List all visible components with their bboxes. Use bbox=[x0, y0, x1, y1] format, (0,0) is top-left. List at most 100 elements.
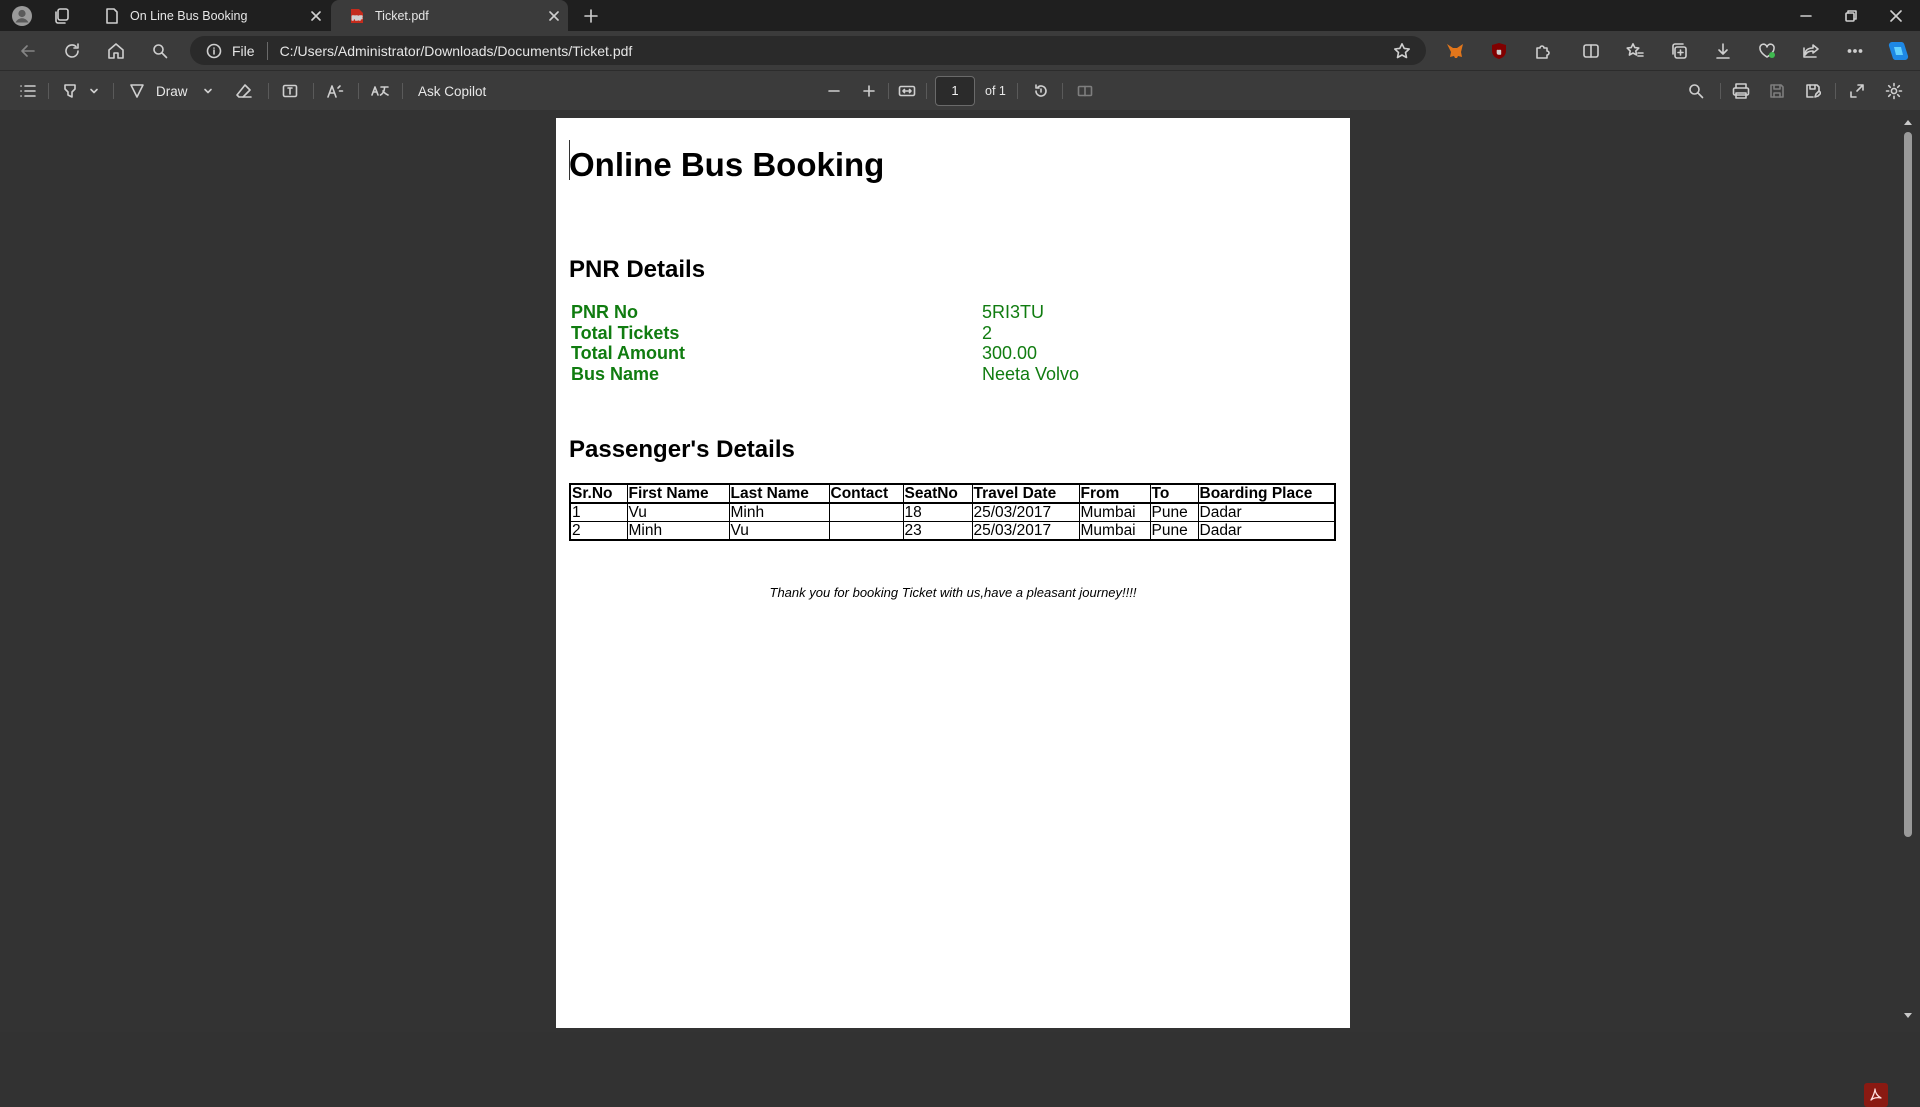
info-icon[interactable] bbox=[204, 41, 224, 61]
pnr-row-bus-name: Bus Name Neeta Volvo bbox=[571, 364, 1331, 385]
profile-avatar-icon[interactable] bbox=[9, 4, 35, 28]
toolbar-divider bbox=[1835, 83, 1836, 99]
col-last-name: Last Name bbox=[728, 483, 830, 504]
toolbar-divider bbox=[926, 83, 927, 99]
thank-you-note: Thank you for booking Ticket with us,hav… bbox=[769, 585, 1137, 600]
chevron-down-icon[interactable] bbox=[200, 77, 216, 105]
vertical-scrollbar-thumb[interactable] bbox=[1904, 132, 1912, 837]
cell-contact bbox=[828, 521, 904, 541]
pdf-icon: PDF bbox=[349, 8, 365, 24]
back-arrow-icon[interactable] bbox=[14, 37, 42, 65]
new-tab-button[interactable] bbox=[578, 3, 604, 29]
tab-online-bus-booking[interactable]: On Line Bus Booking bbox=[86, 0, 330, 31]
cell-travel-date: 25/03/2017 bbox=[971, 502, 1080, 522]
toolbar-divider bbox=[268, 83, 269, 99]
tab-ticket-pdf[interactable]: PDF Ticket.pdf bbox=[331, 0, 568, 31]
favorites-icon[interactable] bbox=[1621, 37, 1649, 65]
read-aloud-icon[interactable] bbox=[322, 77, 350, 105]
tab-label: Ticket.pdf bbox=[375, 8, 429, 23]
close-window-button[interactable] bbox=[1876, 3, 1916, 29]
save-icon[interactable] bbox=[1763, 77, 1791, 105]
draw-button[interactable]: Draw bbox=[126, 77, 188, 105]
address-divider bbox=[266, 41, 268, 60]
cell-contact bbox=[828, 502, 904, 522]
address-url[interactable]: C:/Users/Administrator/Downloads/Documen… bbox=[280, 43, 1390, 59]
col-seat-no: SeatNo bbox=[902, 483, 973, 504]
cell-from: Mumbai bbox=[1078, 521, 1151, 541]
ask-copilot-button[interactable]: Ask Copilot bbox=[418, 77, 486, 105]
pnr-row-total-amount: Total Amount 300.00 bbox=[571, 343, 1331, 364]
extensions-puzzle-icon[interactable] bbox=[1529, 37, 1557, 65]
workspaces-icon[interactable] bbox=[50, 4, 74, 28]
pnr-value: Neeta Volvo bbox=[982, 363, 1080, 384]
print-icon[interactable] bbox=[1727, 77, 1755, 105]
draw-pen-icon bbox=[126, 80, 148, 102]
title-bar: On Line Bus Booking PDF Ticket.pdf bbox=[0, 0, 1920, 31]
search-icon[interactable] bbox=[146, 37, 174, 65]
save-as-icon[interactable] bbox=[1799, 77, 1827, 105]
col-from: From bbox=[1078, 483, 1151, 504]
toolbar-divider bbox=[888, 83, 889, 99]
downloads-icon[interactable] bbox=[1709, 37, 1737, 65]
pnr-heading: PNR Details bbox=[569, 256, 706, 283]
toolbar-divider bbox=[1062, 83, 1063, 99]
zoom-out-icon[interactable] bbox=[820, 77, 848, 105]
minimize-button[interactable] bbox=[1786, 3, 1826, 29]
translate-icon[interactable] bbox=[366, 77, 394, 105]
favorite-star-icon[interactable] bbox=[1390, 39, 1414, 63]
zoom-in-icon[interactable] bbox=[855, 77, 883, 105]
scroll-up-arrow-icon[interactable] bbox=[1901, 116, 1915, 128]
col-boarding-place: Boarding Place bbox=[1197, 483, 1336, 504]
eraser-icon[interactable] bbox=[230, 77, 258, 105]
cell-seat-no: 23 bbox=[902, 521, 973, 541]
rotate-icon[interactable] bbox=[1027, 77, 1055, 105]
page-number-input[interactable]: 1 bbox=[935, 76, 975, 106]
refresh-icon[interactable] bbox=[58, 37, 86, 65]
metamask-extension-icon[interactable] bbox=[1441, 37, 1469, 65]
pdf-page[interactable]: Online Bus Booking PNR Details PNR No 5R… bbox=[556, 118, 1350, 1028]
home-icon[interactable] bbox=[102, 37, 130, 65]
toolbar-divider bbox=[1017, 83, 1018, 99]
chevron-down-icon[interactable] bbox=[86, 77, 102, 105]
cell-travel-date: 25/03/2017 bbox=[971, 521, 1080, 541]
address-bar[interactable]: File C:/Users/Administrator/Downloads/Do… bbox=[190, 36, 1426, 65]
table-of-contents-icon[interactable] bbox=[14, 77, 42, 105]
table-row: 2 Minh Vu 23 25/03/2017 Mumbai Pune Dada… bbox=[569, 521, 1336, 541]
fit-to-width-icon[interactable] bbox=[893, 77, 921, 105]
restore-button[interactable] bbox=[1831, 3, 1871, 29]
copilot-icon[interactable] bbox=[1883, 37, 1911, 65]
close-tab-icon[interactable] bbox=[302, 2, 330, 30]
close-tab-icon[interactable] bbox=[540, 2, 568, 30]
page-view-icon[interactable] bbox=[1071, 77, 1099, 105]
scroll-down-arrow-icon[interactable] bbox=[1901, 1010, 1915, 1022]
col-travel-date: Travel Date bbox=[971, 483, 1080, 504]
tab-label: On Line Bus Booking bbox=[130, 8, 248, 23]
collections-icon[interactable] bbox=[1665, 37, 1693, 65]
toolbar-divider bbox=[48, 83, 49, 99]
browser-essentials-icon[interactable] bbox=[1753, 37, 1781, 65]
settings-gear-icon[interactable] bbox=[1880, 77, 1908, 105]
table-header-row: Sr.No First Name Last Name Contact SeatN… bbox=[569, 483, 1336, 504]
passenger-table: Sr.No First Name Last Name Contact SeatN… bbox=[569, 483, 1336, 541]
col-first-name: First Name bbox=[626, 483, 730, 504]
pnr-value: 2 bbox=[982, 322, 993, 343]
col-contact: Contact bbox=[828, 483, 904, 504]
ublock-extension-icon[interactable]: u bbox=[1485, 37, 1513, 65]
page-count: of 1 bbox=[985, 84, 1006, 98]
cell-seat-no: 18 bbox=[902, 502, 973, 522]
highlight-icon[interactable] bbox=[56, 77, 84, 105]
split-screen-icon[interactable] bbox=[1577, 37, 1605, 65]
search-icon[interactable] bbox=[1682, 77, 1710, 105]
passenger-heading: Passenger's Details bbox=[569, 436, 795, 463]
share-icon[interactable] bbox=[1797, 37, 1825, 65]
document-title: Online Bus Booking bbox=[569, 146, 885, 183]
table-row: 1 Vu Minh 18 25/03/2017 Mumbai Pune Dada… bbox=[569, 502, 1336, 522]
address-scheme: File bbox=[232, 42, 255, 59]
full-screen-icon[interactable] bbox=[1843, 77, 1871, 105]
pnr-label: Total Amount bbox=[571, 343, 685, 363]
pdf-viewer[interactable]: Online Bus Booking PNR Details PNR No 5R… bbox=[0, 110, 1920, 1107]
more-options-icon[interactable] bbox=[1841, 37, 1869, 65]
cell-sr-no: 2 bbox=[569, 521, 628, 541]
acrobat-icon[interactable] bbox=[1864, 1083, 1888, 1107]
add-text-icon[interactable] bbox=[276, 77, 304, 105]
